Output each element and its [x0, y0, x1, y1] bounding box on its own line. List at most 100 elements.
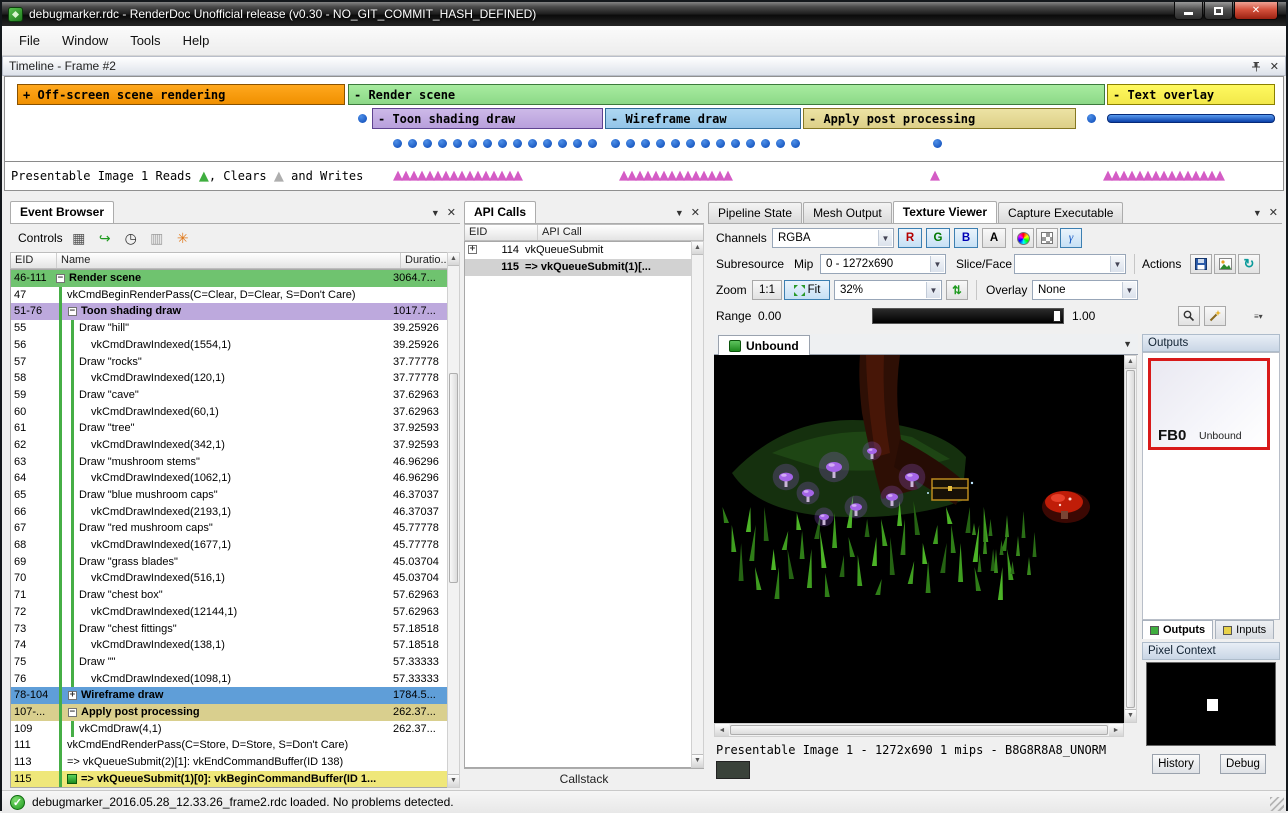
event-row[interactable]: 115=> vkQueueSubmit(1)[0]: vkBeginComman…	[11, 771, 447, 788]
draw-dot[interactable]	[588, 139, 597, 148]
draw-dot[interactable]	[746, 139, 755, 148]
scroll-thumb[interactable]	[1126, 370, 1135, 708]
event-browser-vscrollbar[interactable]: ▲ ▼	[447, 252, 460, 788]
zoom-combo[interactable]: 32% ▼	[834, 280, 942, 300]
flip-y-button[interactable]: ⇅	[946, 280, 968, 300]
api-calls-vscrollbar[interactable]: ▲ ▼	[691, 241, 704, 768]
expander-icon[interactable]: −	[56, 274, 65, 283]
timeline-header[interactable]: Timeline - Frame #2 ✕	[2, 56, 1286, 76]
channel-r-button[interactable]: R	[898, 228, 922, 248]
draw-dot[interactable]	[358, 114, 367, 123]
time-draws-icon[interactable]: ◷	[121, 228, 141, 248]
stats-icon[interactable]: ▥	[147, 228, 167, 248]
timeline-block[interactable]: - Text overlay	[1107, 84, 1275, 105]
draw-dot[interactable]	[761, 139, 770, 148]
api-call-row[interactable]: +114vkQueueSubmit	[465, 242, 691, 259]
event-row[interactable]: 47vkCmdBeginRenderPass(C=Clear, D=Clear,…	[11, 287, 447, 304]
event-row[interactable]: 109vkCmdDraw(4,1)262.37...	[11, 721, 447, 738]
gamma-button[interactable]: γ	[1060, 228, 1082, 248]
column-api-call[interactable]: API Call	[538, 225, 703, 240]
callstack-section[interactable]: Callstack	[464, 768, 704, 788]
checkerboard-button[interactable]	[1036, 228, 1058, 248]
draw-dot[interactable]	[641, 139, 650, 148]
event-row[interactable]: 107-...−Apply post processing262.37...	[11, 704, 447, 721]
draw-dot[interactable]	[701, 139, 710, 148]
toolbar-overflow-icon[interactable]: ≡▾	[1254, 306, 1263, 326]
draw-dot[interactable]	[408, 139, 417, 148]
draw-dot[interactable]	[528, 139, 537, 148]
close-icon[interactable]: ✕	[447, 206, 456, 219]
draw-dot[interactable]	[453, 139, 462, 148]
api-calls-column-header[interactable]: EID API Call	[464, 224, 704, 241]
column-eid[interactable]: EID	[465, 225, 538, 240]
draw-dot[interactable]	[671, 139, 680, 148]
draw-dot[interactable]	[483, 139, 492, 148]
event-row[interactable]: 56vkCmdDrawIndexed(1554,1)39.25926	[11, 337, 447, 354]
chevron-down-icon[interactable]: ▼	[431, 208, 440, 218]
goto-eid-icon[interactable]: ↪	[95, 228, 115, 248]
menu-file[interactable]: File	[8, 28, 51, 53]
chevron-down-icon[interactable]: ▼	[1253, 208, 1262, 218]
draw-dot[interactable]	[731, 139, 740, 148]
event-row[interactable]: 55Draw "hill"39.25926	[11, 320, 447, 337]
close-button[interactable]: ✕	[1234, 2, 1278, 20]
event-row[interactable]: 61Draw "tree"37.92593	[11, 420, 447, 437]
event-row[interactable]: 62vkCmdDrawIndexed(342,1)37.92593	[11, 437, 447, 454]
draw-dot[interactable]	[468, 139, 477, 148]
event-row[interactable]: 76vkCmdDrawIndexed(1098,1)57.33333	[11, 671, 447, 688]
tab-mesh-output[interactable]: Mesh Output	[803, 202, 892, 223]
event-row[interactable]: 75Draw ""57.33333	[11, 654, 447, 671]
texture-hscrollbar[interactable]: ◄ ►	[714, 723, 1124, 737]
chevron-down-icon[interactable]: ▼	[675, 208, 684, 218]
select-columns-icon[interactable]: ▦	[69, 228, 89, 248]
minimize-button[interactable]	[1174, 2, 1203, 20]
event-row[interactable]: 66vkCmdDrawIndexed(2193,1)46.37037	[11, 504, 447, 521]
close-icon[interactable]: ✕	[691, 206, 700, 219]
scroll-left-icon[interactable]: ◄	[715, 724, 729, 736]
event-row[interactable]: 116-...+Text overlay511.7037	[11, 787, 447, 788]
event-row[interactable]: 46-111−Render scene3064.7...	[11, 270, 447, 287]
debug-button[interactable]: Debug	[1220, 754, 1266, 774]
close-icon[interactable]: ✕	[1269, 206, 1278, 219]
scroll-thumb[interactable]	[730, 725, 1108, 735]
timeline-block[interactable]: - Toon shading draw	[372, 108, 603, 129]
expander-icon[interactable]: +	[468, 245, 477, 254]
event-row[interactable]: 113=> vkQueueSubmit(2)[1]: vkEndCommandB…	[11, 754, 447, 771]
draw-dot[interactable]	[573, 139, 582, 148]
menu-tools[interactable]: Tools	[119, 28, 171, 53]
mip-combo[interactable]: 0 - 1272x690 ▼	[820, 254, 946, 274]
reset-range-button[interactable]	[1204, 306, 1226, 326]
open-texture-list-button[interactable]	[1214, 254, 1236, 274]
texture-vscrollbar[interactable]: ▲ ▼	[1124, 355, 1137, 723]
menu-help[interactable]: Help	[172, 28, 221, 53]
event-row[interactable]: 57Draw "rocks"37.77778	[11, 353, 447, 370]
draw-dot[interactable]	[611, 139, 620, 148]
event-row[interactable]: 71Draw "chest box"57.62963	[11, 587, 447, 604]
scroll-up-icon[interactable]: ▲	[448, 253, 459, 266]
timeline-body[interactable]: + Off-screen scene rendering- Render sce…	[4, 76, 1284, 191]
autofit-range-button[interactable]	[1178, 306, 1200, 326]
range-slider[interactable]	[872, 308, 1064, 324]
zoom-fit-button[interactable]: Fit	[784, 280, 830, 300]
resize-grip[interactable]	[1270, 797, 1284, 811]
expander-icon[interactable]: +	[68, 691, 77, 700]
event-row[interactable]: 73Draw "chest fittings"57.18518	[11, 620, 447, 637]
event-row[interactable]: 67Draw "red mushroom caps"45.77778	[11, 520, 447, 537]
event-row[interactable]: 65Draw "blue mushroom caps"46.37037	[11, 487, 447, 504]
expander-icon[interactable]: −	[68, 708, 77, 717]
draw-dot[interactable]	[393, 139, 402, 148]
channel-a-button[interactable]: A	[982, 228, 1006, 248]
channel-g-button[interactable]: G	[926, 228, 950, 248]
event-row[interactable]: 60vkCmdDrawIndexed(60,1)37.62963	[11, 404, 447, 421]
slice-face-combo[interactable]: ▼	[1014, 254, 1126, 274]
draw-dot[interactable]	[543, 139, 552, 148]
save-texture-button[interactable]	[1190, 254, 1212, 274]
scroll-down-icon[interactable]: ▼	[448, 774, 459, 787]
fb0-thumbnail[interactable]: FB0 Unbound	[1148, 358, 1270, 450]
draw-dot[interactable]	[513, 139, 522, 148]
scroll-thumb[interactable]	[449, 373, 458, 583]
event-row[interactable]: 68vkCmdDrawIndexed(1677,1)45.77778	[11, 537, 447, 554]
column-eid[interactable]: EID	[11, 253, 57, 268]
maximize-button[interactable]	[1204, 2, 1233, 20]
overlay-combo[interactable]: None ▼	[1032, 280, 1138, 300]
